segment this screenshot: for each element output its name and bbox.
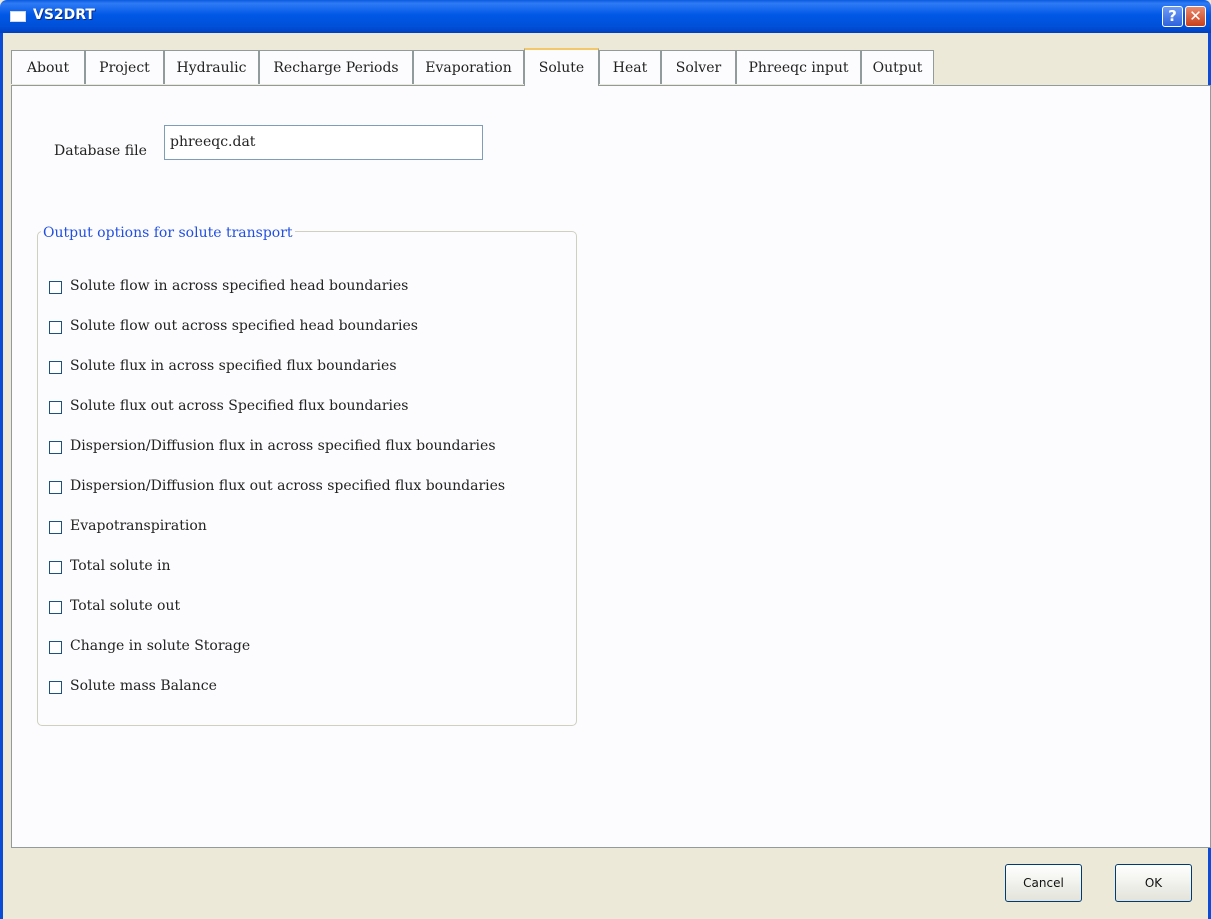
database-file-input[interactable]: phreeqc.dat [164, 125, 483, 160]
database-file-label: Database file [54, 143, 147, 159]
option-label: Total solute out [70, 598, 181, 614]
cancel-button[interactable]: Cancel [1005, 864, 1082, 902]
tab-evaporation[interactable]: Evaporation [413, 50, 524, 84]
checkbox[interactable] [49, 281, 62, 294]
tab-hydraulic[interactable]: Hydraulic [164, 50, 259, 84]
ok-button[interactable]: OK [1115, 864, 1192, 902]
help-button[interactable]: ? [1162, 6, 1183, 27]
tab-phreeqc-input[interactable]: Phreeqc input [736, 50, 861, 84]
checkbox[interactable] [49, 641, 62, 654]
option-label: Change in solute Storage [70, 638, 251, 654]
option-label: Total solute in [70, 558, 171, 574]
checkbox[interactable] [49, 441, 62, 454]
close-button[interactable]: ✕ [1185, 6, 1206, 27]
tab-recharge-periods[interactable]: Recharge Periods [259, 50, 413, 84]
checkbox[interactable] [49, 521, 62, 534]
option-label: Solute flux in across specified flux bou… [70, 358, 397, 374]
tab-solver[interactable]: Solver [661, 50, 736, 84]
checkbox[interactable] [49, 361, 62, 374]
option-label: Dispersion/Diffusion flux out across spe… [70, 478, 506, 494]
checkbox[interactable] [49, 481, 62, 494]
option-label: Solute flow in across specified head bou… [70, 278, 409, 294]
checkbox[interactable] [49, 321, 62, 334]
checkbox[interactable] [49, 681, 62, 694]
tab-solute[interactable]: Solute [524, 48, 599, 86]
output-options-title: Output options for solute transport [41, 225, 295, 241]
checkbox[interactable] [49, 561, 62, 574]
option-label: Dispersion/Diffusion flux in across spec… [70, 438, 496, 454]
tab-heat[interactable]: Heat [599, 50, 661, 84]
option-label: Solute mass Balance [70, 678, 217, 694]
tab-output[interactable]: Output [861, 50, 934, 84]
option-label: Solute flow out across specified head bo… [70, 318, 418, 334]
option-label: Solute flux out across Specified flux bo… [70, 398, 409, 414]
option-label: Evapotranspiration [70, 518, 207, 534]
tab-project[interactable]: Project [85, 50, 164, 84]
app-icon [10, 11, 26, 22]
tab-about[interactable]: About [11, 50, 85, 84]
window-title: VS2DRT [33, 7, 95, 23]
tab-bar: About Project Hydraulic Recharge Periods… [11, 48, 1211, 86]
title-bar[interactable]: VS2DRT ? ✕ [0, 0, 1211, 33]
checkbox[interactable] [49, 601, 62, 614]
checkbox[interactable] [49, 401, 62, 414]
